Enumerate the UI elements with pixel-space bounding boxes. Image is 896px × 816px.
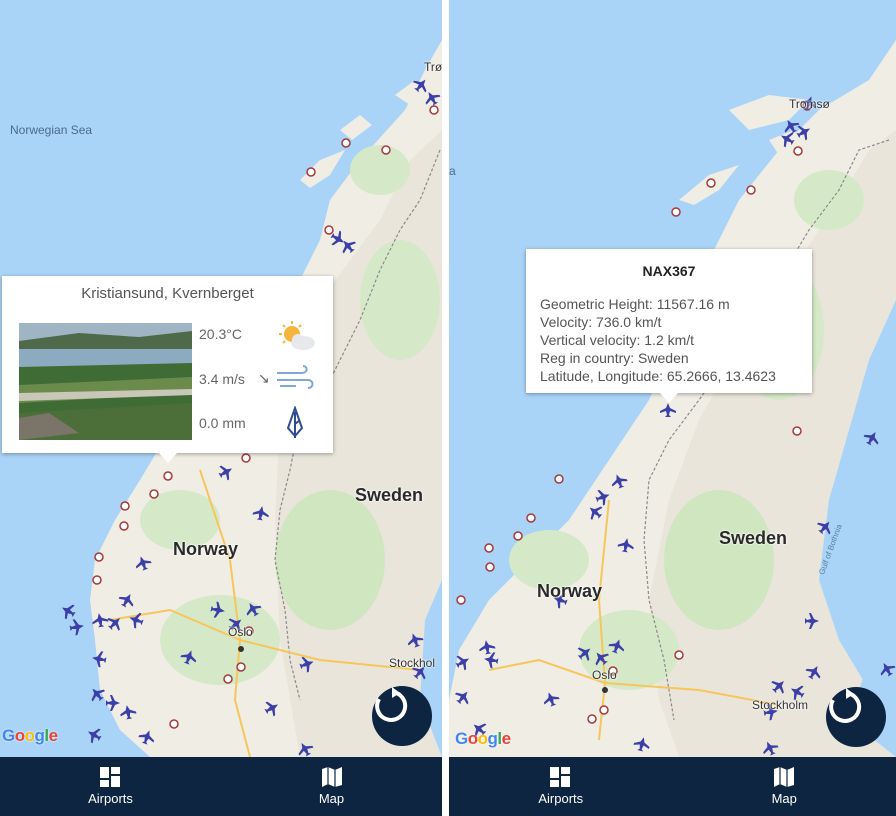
map-label-oslo: Oslo (228, 625, 253, 639)
flight-callsign: NAX367 (642, 263, 696, 279)
map-view[interactable]: a Tromsø Sweden Norway Oslo Stockholm Gu… (449, 0, 896, 757)
map-label-tromso: Trø (424, 60, 442, 74)
map-label-sweden: Sweden (355, 485, 424, 505)
map-label-sweden: Sweden (719, 528, 788, 548)
map-label-tromso: Tromsø (789, 97, 830, 111)
dashboard-icon (99, 767, 120, 787)
bottom-navigation: Airports Map (0, 757, 442, 816)
nav-map-label: Map (771, 791, 797, 806)
arrow-southeast-icon: ↘ (258, 370, 270, 386)
divider (442, 0, 449, 816)
airport-photo (19, 323, 192, 440)
nav-airports[interactable]: Airports (449, 757, 673, 816)
airport-name: Kristiansund, Kvernberget (81, 285, 254, 302)
map-label-norway: Norway (173, 539, 239, 559)
nav-map-label: Map (318, 791, 345, 806)
map-label-stockholm: Stockholm (752, 698, 809, 712)
right-screen: a Tromsø Sweden Norway Oslo Stockholm Gu… (449, 0, 896, 816)
google-logo: Google (455, 729, 511, 748)
dashboard-icon (549, 767, 570, 787)
google-logo: Google (2, 726, 58, 745)
map-label-oslo: Oslo (592, 668, 617, 682)
map-icon (774, 767, 795, 787)
refresh-icon (375, 687, 408, 722)
airport-info-window[interactable]: Kristiansund, Kvernberget 20.3°C 3.4 m/s… (2, 276, 333, 463)
map-icon (321, 767, 342, 787)
map-label-sea: a (449, 164, 456, 178)
flight-lat-lon: Latitude, Longitude: 65.2666, 13.4623 (540, 368, 776, 384)
flight-velocity: Velocity: 736.0 km/t (540, 314, 662, 330)
nav-airports-label: Airports (88, 791, 133, 806)
flight-geometric-height: Geometric Height: 11567.16 m (540, 296, 730, 312)
wind-value: 3.4 m/s (199, 371, 245, 387)
flight-reg-country: Reg in country: Sweden (540, 350, 689, 366)
map-label-stockholm: Stockhol (389, 656, 436, 670)
refresh-button[interactable] (372, 686, 432, 746)
refresh-button[interactable] (826, 687, 886, 747)
map-label-norway: Norway (537, 581, 603, 601)
flight-vertical-velocity: Vertical velocity: 1.2 km/t (540, 332, 695, 348)
nav-map[interactable]: Map (673, 757, 896, 816)
temperature-value: 20.3°C (199, 326, 242, 342)
nav-airports-label: Airports (538, 791, 584, 806)
precipitation-value: 0.0 mm (199, 415, 246, 431)
map-view[interactable]: Norwegian Sea Trø Sweden Norway Oslo Sto… (0, 0, 442, 757)
bottom-navigation: Airports Map (449, 757, 896, 816)
refresh-icon (829, 688, 862, 723)
flight-info-window[interactable]: NAX367 Geometric Height: 11567.16 m Velo… (526, 249, 812, 403)
nav-map[interactable]: Map (221, 757, 442, 816)
nav-airports[interactable]: Airports (0, 757, 221, 816)
left-screen: Norwegian Sea Trø Sweden Norway Oslo Sto… (0, 0, 442, 816)
map-label-sea: Norwegian Sea (10, 123, 93, 137)
